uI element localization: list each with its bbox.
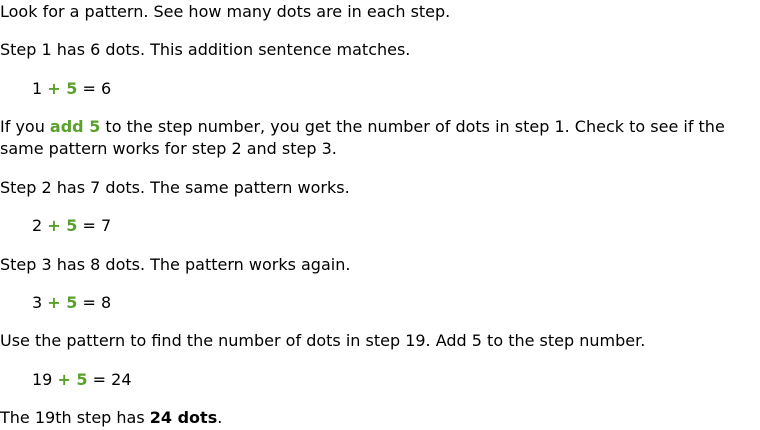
step3-text: Step 3 has 8 dots. The pattern works aga… bbox=[0, 255, 351, 274]
step2-text: Step 2 has 7 dots. The same pattern work… bbox=[0, 178, 350, 197]
equation-step19-add: + 5 bbox=[57, 370, 88, 389]
equation-step3-result: = 8 bbox=[82, 293, 112, 312]
step19-text: Use the pattern to find the number of do… bbox=[0, 331, 646, 350]
equation-step3-term: 3 bbox=[32, 293, 43, 312]
equation-step1: 1 + 5 = 6 bbox=[0, 78, 111, 100]
intro-text: Look for a pattern. See how many dots ar… bbox=[0, 2, 451, 21]
equation-step1-add: + 5 bbox=[47, 79, 78, 98]
conclusion-answer: 24 dots bbox=[149, 408, 218, 427]
equation-step19-result: = 24 bbox=[92, 370, 132, 389]
equation-step2: 2 + 5 = 7 bbox=[0, 215, 111, 237]
step1-text: Step 1 has 6 dots. This addition sentenc… bbox=[0, 40, 411, 59]
explanation-highlight: add 5 bbox=[49, 117, 101, 136]
equation-step2-add: + 5 bbox=[47, 216, 78, 235]
equation-step3: 3 + 5 = 8 bbox=[0, 292, 111, 314]
equation-step1-term: 1 bbox=[32, 79, 43, 98]
conclusion-before: The 19th step has bbox=[0, 408, 150, 427]
equation-step2-result: = 7 bbox=[82, 216, 112, 235]
explanation-before: If you bbox=[0, 117, 50, 136]
equation-step19: 19 + 5 = 24 bbox=[0, 369, 132, 391]
conclusion-text: The 19th step has 24 dots. bbox=[0, 407, 222, 429]
equation-step3-add: + 5 bbox=[47, 293, 78, 312]
explanation-after: to the step number, you get the number o… bbox=[0, 117, 725, 158]
explanation-text: If you add 5 to the step number, you get… bbox=[0, 116, 750, 160]
conclusion-after: . bbox=[217, 408, 223, 427]
equation-step2-term: 2 bbox=[32, 216, 43, 235]
equation-step1-result: = 6 bbox=[82, 79, 112, 98]
equation-step19-term: 19 bbox=[32, 370, 53, 389]
